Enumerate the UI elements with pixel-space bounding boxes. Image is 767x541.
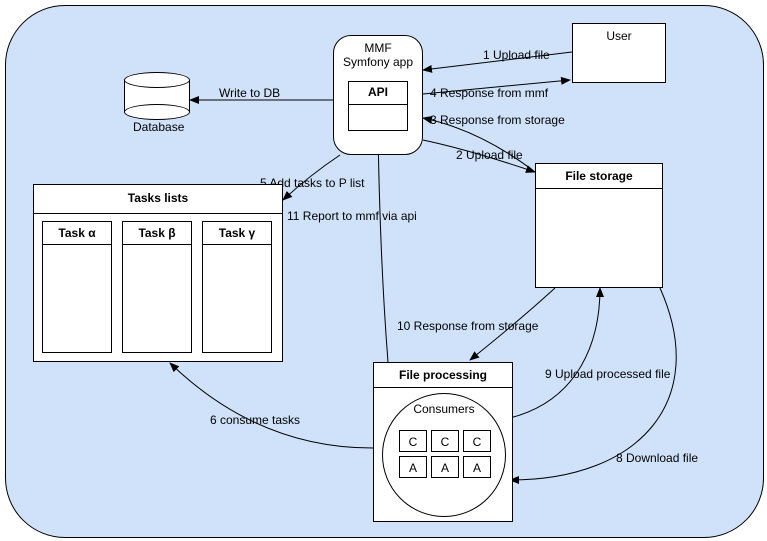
consumer-a-2: A bbox=[431, 456, 459, 478]
edge-label-1: 1 Upload file bbox=[483, 48, 550, 62]
consumer-a-1: A bbox=[399, 456, 427, 478]
node-file-processing: File processing Consumers C C C A A A bbox=[373, 362, 513, 522]
api-label: API bbox=[349, 82, 407, 102]
file-processing-label: File processing bbox=[374, 363, 512, 387]
edge-label-6: 6 consume tasks bbox=[210, 413, 300, 427]
user-label: User bbox=[573, 29, 665, 43]
edge-label-11: 11 Report to mmf via api bbox=[287, 209, 417, 223]
node-mmf: MMF Symfony app API bbox=[333, 35, 423, 155]
node-user: User bbox=[572, 23, 666, 83]
node-file-storage: File storage bbox=[535, 163, 663, 288]
task-beta-label: Task β bbox=[123, 222, 191, 244]
tasks-lists-title: Tasks lists bbox=[34, 185, 282, 211]
node-api: API bbox=[348, 81, 408, 131]
task-gamma: Task γ bbox=[202, 221, 272, 353]
task-gamma-label: Task γ bbox=[203, 222, 271, 244]
consumer-a-3: A bbox=[463, 456, 491, 478]
file-storage-divider bbox=[536, 188, 662, 189]
tasks-lists-divider bbox=[34, 213, 282, 214]
api-divider bbox=[349, 104, 407, 105]
mmf-line1: MMF bbox=[334, 41, 422, 55]
consumers-circle: Consumers C C C A A A bbox=[382, 393, 506, 517]
consumer-c-1: C bbox=[399, 430, 427, 452]
consumer-c-3: C bbox=[463, 430, 491, 452]
task-beta: Task β bbox=[122, 221, 192, 353]
edge-label-wdb: Write to DB bbox=[219, 86, 280, 100]
edge-label-4: 4 Response from mmf bbox=[430, 86, 548, 100]
edge-label-10: 10 Response from storage bbox=[397, 319, 538, 333]
database-label: Database bbox=[133, 120, 184, 134]
node-tasks-lists: Tasks lists Task α Task β Task γ bbox=[33, 184, 283, 362]
file-processing-divider bbox=[374, 387, 512, 388]
edge-label-8: 8 Download file bbox=[616, 451, 698, 465]
consumer-c-2: C bbox=[431, 430, 459, 452]
file-storage-label: File storage bbox=[536, 164, 662, 188]
diagram-canvas: 1 Upload file 4 Response from mmf 3 Resp… bbox=[0, 0, 767, 541]
edge-label-2: 2 Upload file bbox=[456, 148, 523, 162]
task-alpha: Task α bbox=[42, 221, 112, 353]
mmf-line2: Symfony app bbox=[334, 55, 422, 69]
edge-label-3: 3 Response from storage bbox=[430, 113, 565, 127]
consumers-label: Consumers bbox=[383, 402, 505, 416]
task-alpha-label: Task α bbox=[43, 222, 111, 244]
edge-label-9: 9 Upload processed file bbox=[545, 367, 670, 381]
